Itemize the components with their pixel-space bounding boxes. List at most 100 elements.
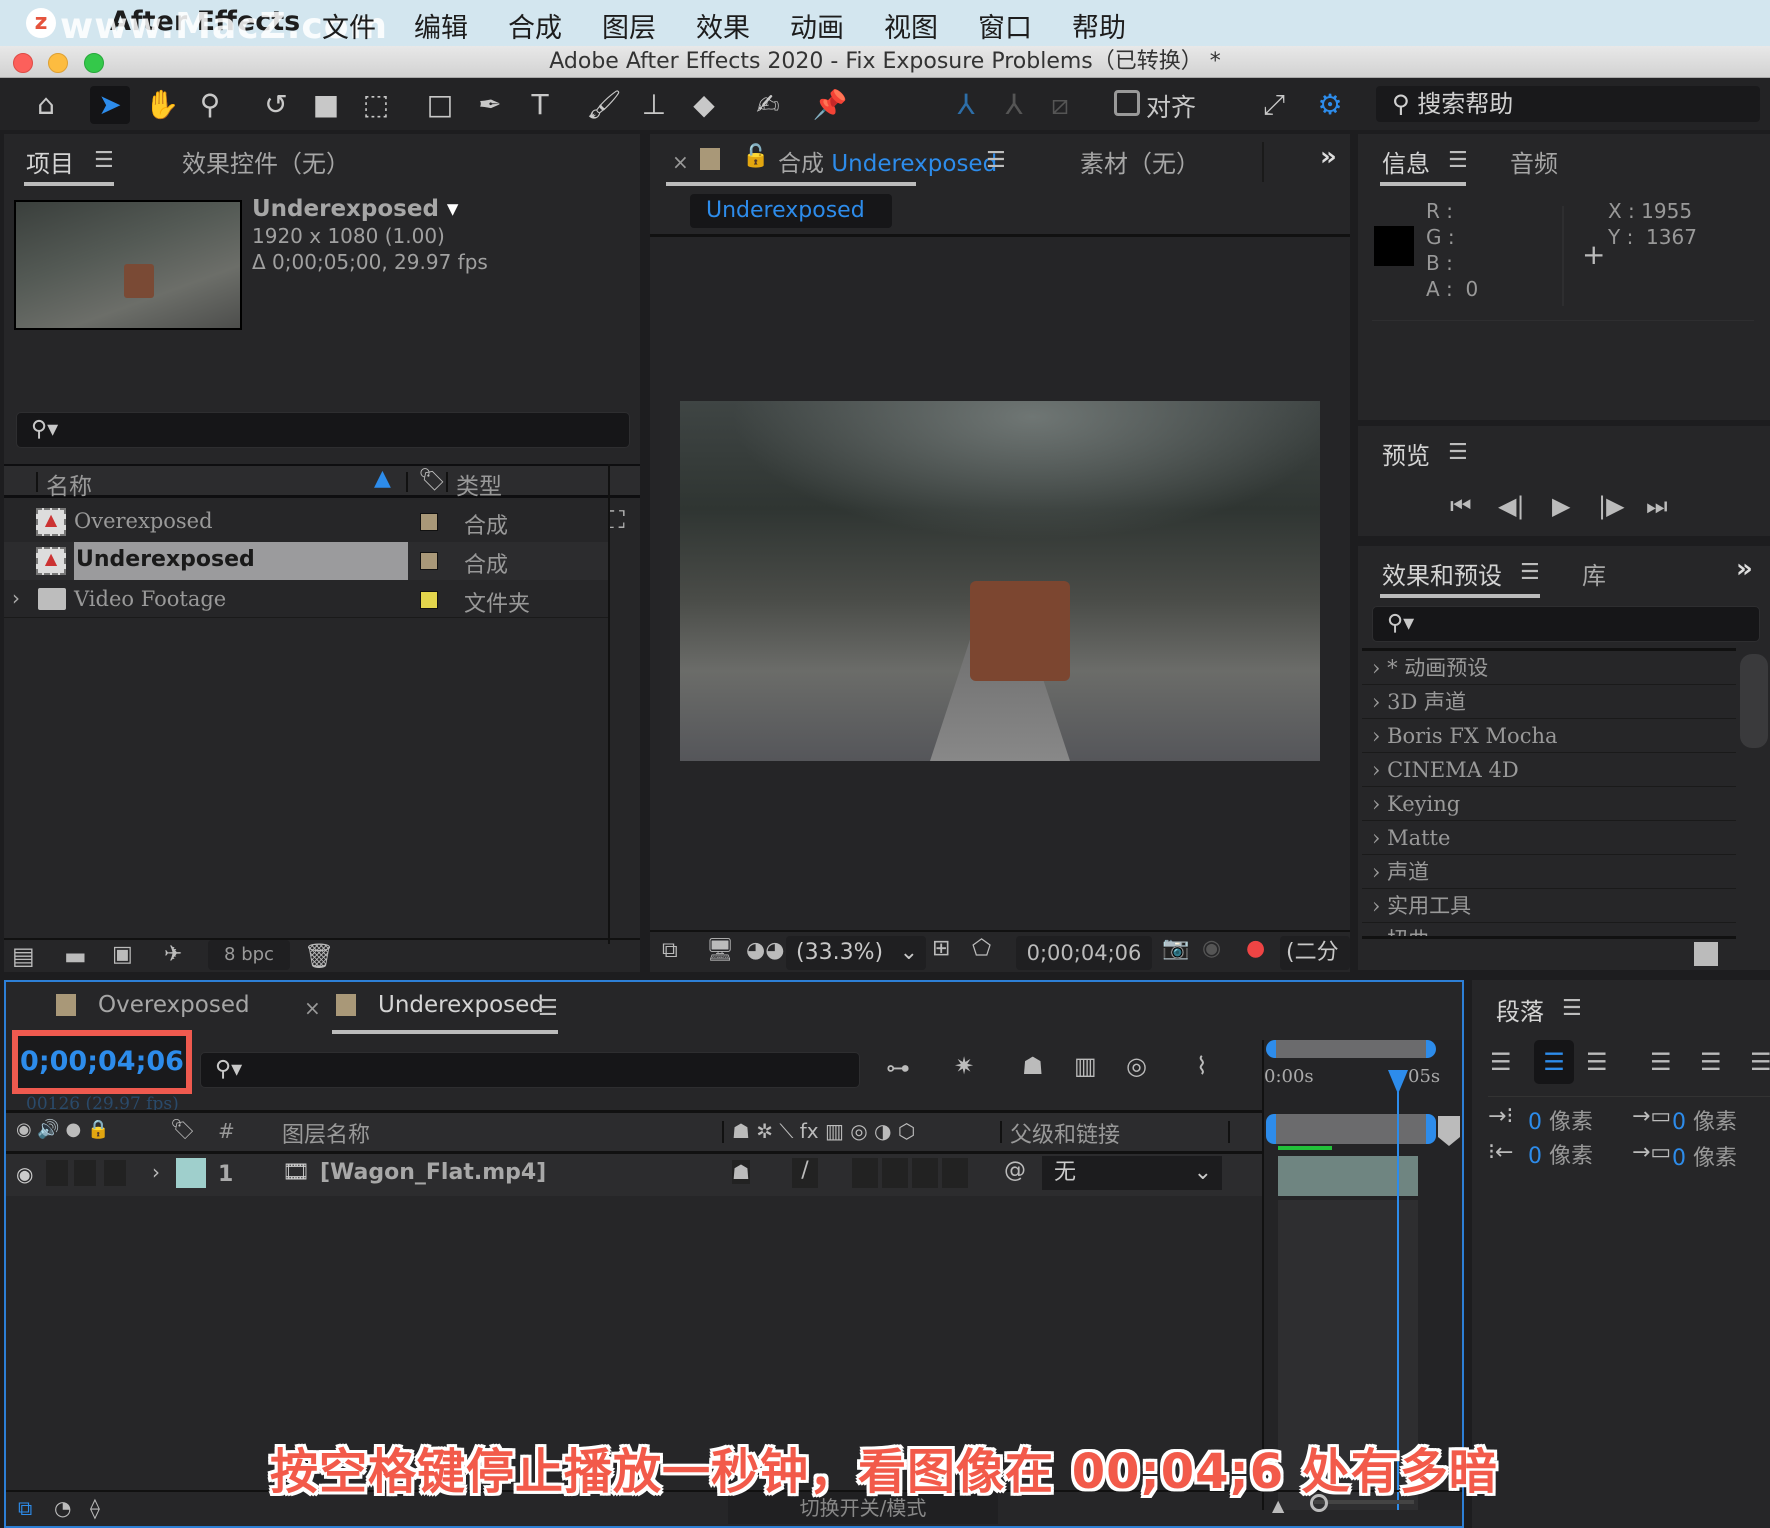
- indent-right-field[interactable]: 0 像素: [1528, 1138, 1593, 1170]
- current-time-display[interactable]: 0;00;04;06: [1016, 936, 1152, 970]
- expand-chevron-icon[interactable]: ›: [1372, 928, 1387, 936]
- puppet-pin-icon[interactable]: 📌: [810, 86, 850, 124]
- column-name[interactable]: 名称: [46, 467, 92, 501]
- lock-icon[interactable]: 🔓: [742, 144, 769, 169]
- new-composition-icon[interactable]: ▣: [112, 942, 133, 967]
- motion-blur-switch[interactable]: [912, 1158, 938, 1188]
- project-item-row-selected[interactable]: ▲ Underexposed 合成: [4, 542, 608, 580]
- lock-toggle[interactable]: [104, 1160, 126, 1186]
- align-center-icon[interactable]: ☰: [1534, 1040, 1574, 1084]
- tab-effect-controls[interactable]: 效果控件（无）: [182, 144, 350, 179]
- snap-checkbox[interactable]: [1114, 90, 1140, 116]
- snapshot-icon[interactable]: 📷: [1162, 936, 1189, 961]
- roto-brush-icon[interactable]: ✍: [748, 86, 788, 124]
- new-folder-icon[interactable]: ▬: [64, 942, 87, 970]
- local-axis-icon[interactable]: ⅄: [946, 86, 986, 124]
- playhead-handle[interactable]: [1388, 1070, 1408, 1094]
- graph-editor-icon[interactable]: ⌇: [1196, 1052, 1208, 1080]
- world-axis-icon[interactable]: ⅄: [994, 86, 1034, 124]
- tab-audio[interactable]: 音频: [1510, 144, 1558, 179]
- expand-chevron-icon[interactable]: ›: [1372, 894, 1387, 918]
- effects-category-item[interactable]: › * 动画预设: [1362, 652, 1736, 685]
- project-search-input[interactable]: ⚲▾: [16, 412, 630, 448]
- eraser-icon[interactable]: ◆: [684, 86, 724, 124]
- render-queue-icon[interactable]: ✈: [164, 942, 182, 967]
- expand-chevron-icon[interactable]: ›: [12, 586, 20, 610]
- expand-chevron-icon[interactable]: ›: [1372, 656, 1387, 680]
- bit-depth-button[interactable]: 8 bpc: [208, 940, 290, 970]
- panel-menu-icon[interactable]: ☰: [538, 996, 558, 1021]
- snap-options-icon[interactable]: ⤢: [1254, 86, 1294, 124]
- flowchart-icon[interactable]: ⛶: [608, 506, 625, 534]
- column-parent-link[interactable]: 父级和链接: [1010, 1117, 1120, 1149]
- work-area-bar[interactable]: [1266, 1114, 1436, 1144]
- effects-category-item[interactable]: › Matte: [1362, 822, 1736, 855]
- parent-dropdown[interactable]: 无 ⌄: [1042, 1156, 1222, 1190]
- shy-layers-icon[interactable]: ☗: [1022, 1052, 1044, 1080]
- close-tab-icon[interactable]: ×: [304, 996, 321, 1020]
- magnification-dropdown[interactable]: (33.3%) ⌄: [786, 936, 926, 970]
- align-left-icon[interactable]: ☰: [1490, 1048, 1512, 1076]
- tab-effects-presets[interactable]: 效果和预设: [1382, 556, 1502, 591]
- rectangle-icon[interactable]: □: [420, 86, 460, 124]
- camera-icon[interactable]: ■: [306, 86, 346, 124]
- panel-menu-icon[interactable]: ☰: [1448, 440, 1468, 465]
- expand-chevron-icon[interactable]: ›: [1372, 758, 1387, 782]
- tab-library[interactable]: 库: [1582, 556, 1606, 591]
- quality-switch[interactable]: /: [792, 1158, 818, 1188]
- trash-icon[interactable]: 🗑: [304, 942, 334, 970]
- panel-menu-icon[interactable]: ☰: [1448, 148, 1468, 173]
- effects-scrollbar[interactable]: [1740, 654, 1768, 748]
- menu-window[interactable]: 窗口: [978, 6, 1032, 45]
- workspace-icon[interactable]: ⚙: [1310, 86, 1350, 124]
- effects-category-item[interactable]: › 3D 声道: [1362, 686, 1736, 719]
- shy-switch[interactable]: ☗: [732, 1160, 750, 1184]
- sort-ascending-icon[interactable]: ▲: [374, 466, 391, 491]
- expand-chevron-icon[interactable]: ›: [1372, 690, 1387, 714]
- tab-footage[interactable]: 素材（无）: [1080, 144, 1200, 179]
- panel-menu-icon[interactable]: ☰: [1562, 996, 1582, 1021]
- tab-underexposed[interactable]: Underexposed: [378, 992, 544, 1018]
- maximize-window-button[interactable]: [84, 53, 104, 73]
- selection-arrow-icon[interactable]: ➤: [90, 86, 130, 124]
- in-out-columns-icon[interactable]: ⟠: [90, 1496, 100, 1520]
- tab-project[interactable]: 项目: [26, 144, 74, 179]
- label-color-swatch[interactable]: [420, 513, 438, 531]
- transfer-controls-icon[interactable]: ◔: [54, 1496, 71, 1520]
- align-right-icon[interactable]: ☰: [1586, 1048, 1608, 1076]
- layer-switches-icon[interactable]: ⧉: [18, 1496, 32, 1520]
- expand-chevron-icon[interactable]: ›: [1372, 860, 1387, 884]
- next-frame-button[interactable]: |▶: [1598, 492, 1625, 520]
- panel-menu-icon[interactable]: ☰: [1520, 560, 1540, 585]
- project-item-row[interactable]: › Video Footage 文件夹: [4, 582, 608, 618]
- show-snapshot-icon[interactable]: ◉: [1202, 936, 1221, 961]
- menu-composition[interactable]: 合成: [508, 6, 562, 45]
- resolution-dropdown[interactable]: (二分: [1280, 936, 1350, 970]
- play-button[interactable]: ▶: [1552, 492, 1570, 520]
- first-frame-button[interactable]: ⏮: [1450, 492, 1472, 520]
- justify-right-icon[interactable]: ☰: [1750, 1048, 1770, 1076]
- visibility-eye-icon[interactable]: ◉: [16, 1162, 33, 1186]
- menu-effect[interactable]: 效果: [696, 6, 750, 45]
- expand-chevron-icon[interactable]: ›: [1372, 724, 1387, 748]
- column-layer-name[interactable]: 图层名称: [282, 1117, 370, 1149]
- channel-icon[interactable]: ●: [1246, 936, 1265, 961]
- draft-3d-icon[interactable]: ✷: [954, 1052, 974, 1080]
- expand-chevron-icon[interactable]: ›: [152, 1160, 160, 1184]
- effects-category-item[interactable]: › 声道: [1362, 856, 1736, 889]
- clone-stamp-icon[interactable]: ⊥: [634, 86, 674, 124]
- effects-category-item[interactable]: › 扭曲: [1362, 924, 1736, 936]
- menu-view[interactable]: 视图: [884, 6, 938, 45]
- menu-layer[interactable]: 图层: [602, 6, 656, 45]
- pen-icon[interactable]: ✒: [470, 86, 510, 124]
- time-navigator[interactable]: [1266, 1040, 1436, 1058]
- close-tab-icon[interactable]: ×: [672, 150, 689, 174]
- monitor-icon[interactable]: 🖥: [706, 938, 734, 963]
- current-timecode[interactable]: 0;00;04;06: [18, 1036, 186, 1088]
- last-frame-button[interactable]: ⏭: [1646, 492, 1668, 520]
- space-after-field[interactable]: 0 像素: [1672, 1140, 1737, 1172]
- region-of-interest-icon[interactable]: ⬠: [972, 936, 991, 961]
- menu-animation[interactable]: 动画: [790, 6, 844, 45]
- layer-row[interactable]: ◉ › 1 🎞 [Wagon_Flat.mp4] ☗ / @ 无 ⌄: [6, 1154, 1262, 1196]
- space-before-field[interactable]: 0 像素: [1672, 1104, 1737, 1136]
